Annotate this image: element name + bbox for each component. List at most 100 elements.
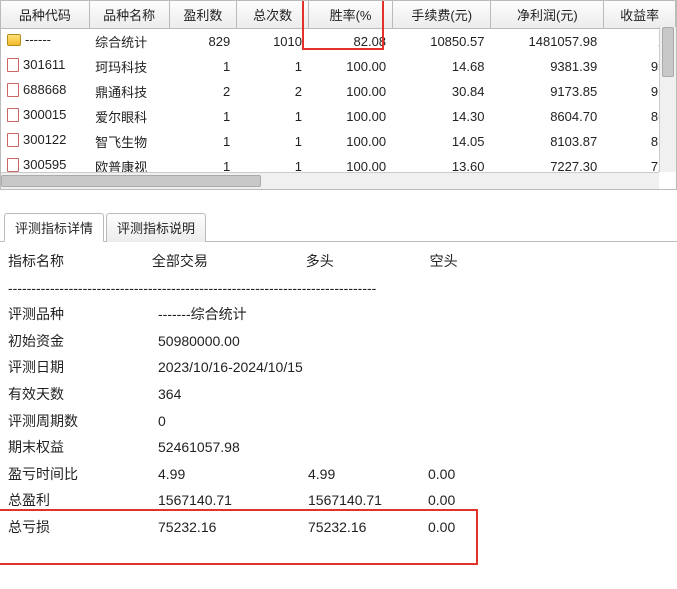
metric-long: [308, 328, 428, 355]
table-header-row: 品种代码 品种名称 盈利数 总次数 胜率(% 手续费(元) 净利润(元) 收益率: [1, 1, 676, 29]
table-row[interactable]: 300122智飞生物11100.0014.058103.8781.: [1, 129, 676, 154]
metric-long: [308, 301, 428, 328]
table-row[interactable]: ------综合统计829101082.0810850.571481057.98…: [1, 29, 676, 55]
cell-name: 珂玛科技: [89, 54, 169, 79]
scroll-thumb-h[interactable]: [1, 175, 261, 187]
code-text: ------: [25, 32, 51, 47]
col-name[interactable]: 品种名称: [89, 1, 169, 29]
metric-name: 初始资金: [8, 328, 158, 355]
cell-fee: 14.30: [393, 104, 491, 129]
metric-short: 0.00: [428, 514, 508, 541]
cell-total: 1010: [237, 29, 309, 55]
cell-fee: 14.05: [393, 129, 491, 154]
metric-all: -------综合统计: [158, 301, 308, 328]
detail-row: 期末权益52461057.98: [8, 434, 669, 461]
detail-row: 总盈利1567140.711567140.710.00: [8, 487, 669, 514]
cell-wins: 829: [169, 29, 237, 55]
metric-short: [428, 434, 508, 461]
cell-rate: 100.00: [309, 79, 393, 104]
metric-all: 0: [158, 408, 308, 435]
doc-icon: [7, 58, 19, 72]
metric-all: 75232.16: [158, 514, 308, 541]
col-fee[interactable]: 手续费(元): [393, 1, 491, 29]
metric-long: 1567140.71: [308, 487, 428, 514]
metric-long: [308, 408, 428, 435]
detail-row: 初始资金50980000.00: [8, 328, 669, 355]
detail-row: 有效天数364: [8, 381, 669, 408]
col-total[interactable]: 总次数: [237, 1, 309, 29]
cell-total: 1: [237, 104, 309, 129]
metric-name: 盈亏时间比: [8, 461, 158, 488]
table-row[interactable]: 300015爱尔眼科11100.0014.308604.7086.: [1, 104, 676, 129]
metric-long: 75232.16: [308, 514, 428, 541]
metric-short: [428, 301, 508, 328]
horizontal-scrollbar[interactable]: [1, 172, 659, 189]
cell-profit: 9381.39: [491, 54, 604, 79]
col-wins[interactable]: 盈利数: [169, 1, 237, 29]
separator-dashes: ----------------------------------------…: [8, 275, 669, 302]
code-text: 300015: [23, 107, 66, 122]
metric-name: 评测日期: [8, 354, 158, 381]
results-table: 品种代码 品种名称 盈利数 总次数 胜率(% 手续费(元) 净利润(元) 收益率…: [1, 1, 676, 179]
col-return[interactable]: 收益率: [604, 1, 676, 29]
cell-rate: 100.00: [309, 104, 393, 129]
vertical-scrollbar[interactable]: [659, 27, 676, 172]
detail-col-name: 指标名称: [8, 248, 148, 275]
detail-row: 评测周期数 0: [8, 408, 669, 435]
cell-fee: 14.68: [393, 54, 491, 79]
cell-name: 爱尔眼科: [89, 104, 169, 129]
table-row[interactable]: 688668鼎通科技22100.0030.849173.8591.: [1, 79, 676, 104]
detail-row: 总亏损75232.1675232.160.00: [8, 514, 669, 541]
metric-all: 4.99: [158, 461, 308, 488]
cell-code: 688668: [1, 79, 89, 100]
metric-name: 评测周期数: [8, 408, 158, 435]
results-table-container: 品种代码 品种名称 盈利数 总次数 胜率(% 手续费(元) 净利润(元) 收益率…: [0, 0, 677, 190]
metric-name: 评测品种: [8, 301, 158, 328]
cell-profit: 8103.87: [491, 129, 604, 154]
metric-short: [428, 354, 508, 381]
metric-short: [428, 328, 508, 355]
metric-name: 期末权益: [8, 434, 158, 461]
cell-total: 2: [237, 79, 309, 104]
cell-code: 301611: [1, 54, 89, 75]
detail-col-all: 全部交易: [152, 248, 302, 275]
metric-short: [428, 408, 508, 435]
code-text: 300595: [23, 157, 66, 172]
code-text: 300122: [23, 132, 66, 147]
cell-wins: 1: [169, 54, 237, 79]
cell-rate: 100.00: [309, 54, 393, 79]
doc-icon: [7, 158, 19, 172]
tab-metrics-explain[interactable]: 评测指标说明: [106, 213, 206, 242]
scroll-thumb-v[interactable]: [662, 27, 674, 77]
doc-icon: [7, 133, 19, 147]
detail-col-long: 多头: [306, 248, 426, 275]
cell-rate: 82.08: [309, 29, 393, 55]
col-rate[interactable]: 胜率(%: [309, 1, 393, 29]
metric-short: [428, 381, 508, 408]
cell-wins: 1: [169, 129, 237, 154]
metric-all: 50980000.00: [158, 328, 308, 355]
cell-profit: 1481057.98: [491, 29, 604, 55]
cell-wins: 2: [169, 79, 237, 104]
cell-name: 鼎通科技: [89, 79, 169, 104]
cell-total: 1: [237, 129, 309, 154]
tab-metrics-detail[interactable]: 评测指标详情: [4, 213, 104, 242]
metric-name: 总亏损: [8, 514, 158, 541]
cell-total: 1: [237, 54, 309, 79]
metric-long: [308, 354, 428, 381]
metric-all: 2023/10/16-2024/10/15: [158, 354, 308, 381]
cell-fee: 30.84: [393, 79, 491, 104]
col-profit[interactable]: 净利润(元): [491, 1, 604, 29]
detail-row: 盈亏时间比4.994.990.00: [8, 461, 669, 488]
metrics-detail-panel: 指标名称 全部交易 多头 空头 ------------------------…: [0, 242, 677, 551]
metric-all: 364: [158, 381, 308, 408]
cell-profit: 9173.85: [491, 79, 604, 104]
metric-short: 0.00: [428, 487, 508, 514]
col-code[interactable]: 品种代码: [1, 1, 89, 29]
metric-all: 1567140.71: [158, 487, 308, 514]
table-row[interactable]: 301611珂玛科技11100.0014.689381.3993.: [1, 54, 676, 79]
detail-header: 指标名称 全部交易 多头 空头: [8, 248, 669, 275]
cell-fee: 10850.57: [393, 29, 491, 55]
metric-name: 总盈利: [8, 487, 158, 514]
cell-rate: 100.00: [309, 129, 393, 154]
